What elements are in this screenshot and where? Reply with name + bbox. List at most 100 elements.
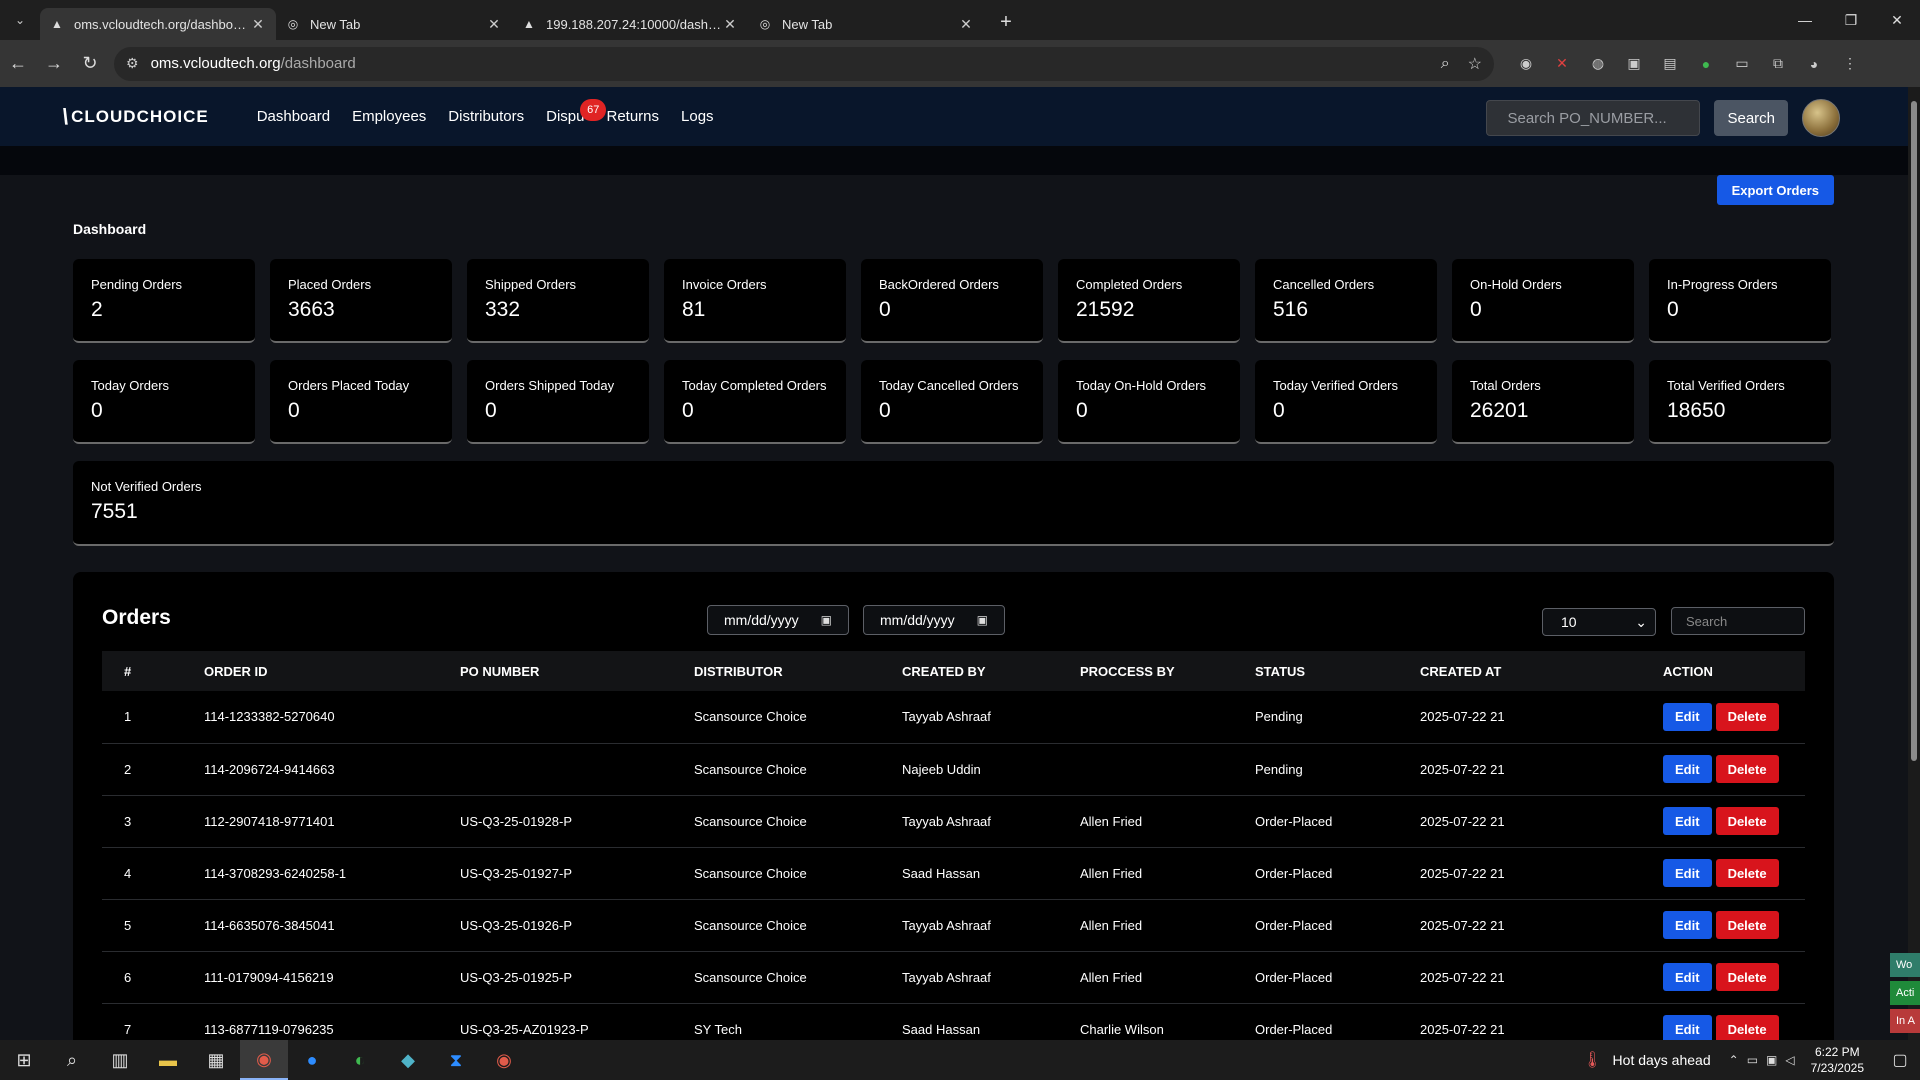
nav-disputes[interactable]: Dispu 67 bbox=[546, 99, 607, 125]
network-icon[interactable]: ▣ bbox=[1766, 1053, 1777, 1067]
extension-image-icon[interactable]: ▤ bbox=[1652, 55, 1688, 72]
close-window-icon[interactable]: ✕ bbox=[1874, 0, 1920, 40]
col-header[interactable]: CREATED BY bbox=[902, 651, 1080, 691]
address-bar[interactable]: ⚙ oms.vcloudtech.org/dashboard ⌕ ☆ bbox=[114, 46, 1494, 81]
search-button[interactable]: Search bbox=[1714, 100, 1788, 136]
file-explorer-icon[interactable]: ▬ bbox=[144, 1040, 192, 1080]
profile-icon[interactable]: ◕ bbox=[1796, 56, 1832, 72]
forward-arrow-icon[interactable]: → bbox=[36, 46, 72, 82]
delete-button[interactable]: Delete bbox=[1715, 1015, 1779, 1043]
chevron-up-icon[interactable]: ⌃ bbox=[1729, 1053, 1739, 1067]
close-tab-icon[interactable]: ✕ bbox=[958, 16, 974, 33]
clock[interactable]: 6:22 PM 7/23/2025 bbox=[1811, 1044, 1864, 1076]
battery-icon[interactable]: ▭ bbox=[1747, 1053, 1758, 1067]
app-diamond-icon[interactable]: ◆ bbox=[384, 1040, 432, 1080]
store-icon[interactable]: ▦ bbox=[192, 1040, 240, 1080]
mongodb-icon[interactable]: ◐ bbox=[336, 1040, 384, 1080]
browser-tab-3[interactable]: ▲ 199.188.207.24:10000/dashboard ✕ bbox=[512, 8, 748, 40]
extension-glasses-icon[interactable]: ◉ bbox=[1508, 55, 1544, 72]
delete-button[interactable]: Delete bbox=[1715, 807, 1779, 835]
calendar-icon[interactable]: ▣ bbox=[977, 613, 988, 627]
page-size-select[interactable]: 10 ⌄ bbox=[1542, 608, 1656, 636]
app-logo[interactable]: \ CLOUDCHOICE bbox=[62, 104, 209, 130]
edit-button[interactable]: Edit bbox=[1663, 859, 1712, 887]
side-widget-2[interactable]: Acti bbox=[1890, 981, 1920, 1005]
minimize-icon[interactable]: — bbox=[1782, 0, 1828, 40]
delete-button[interactable]: Delete bbox=[1715, 963, 1779, 991]
windows-start-icon[interactable]: ⊞ bbox=[0, 1040, 48, 1080]
delete-button[interactable]: Delete bbox=[1715, 702, 1779, 731]
browser-tab-2[interactable]: ◎ New Tab ✕ bbox=[276, 8, 512, 40]
side-widget-3[interactable]: In A bbox=[1890, 1009, 1920, 1033]
user-avatar[interactable] bbox=[1802, 99, 1840, 137]
scrollbar-thumb[interactable] bbox=[1911, 101, 1917, 761]
col-header[interactable]: ORDER ID bbox=[204, 651, 460, 691]
col-header[interactable]: PROCCESS BY bbox=[1080, 651, 1255, 691]
created-at: 2025-07-22 21 bbox=[1420, 761, 1505, 777]
po-number-search-input[interactable] bbox=[1486, 100, 1701, 136]
browser-tab-4[interactable]: ◎ New Tab ✕ bbox=[748, 8, 984, 40]
search-icon[interactable]: ⌕ bbox=[48, 1040, 96, 1080]
chrome-taskbar-icon[interactable]: ◉ bbox=[240, 1040, 288, 1080]
edit-button[interactable]: Edit bbox=[1663, 963, 1712, 991]
restore-icon[interactable]: ❐ bbox=[1828, 0, 1874, 40]
extension-green-icon[interactable]: ● bbox=[1688, 56, 1724, 72]
col-header[interactable]: CREATED AT bbox=[1420, 651, 1663, 691]
nav-dashboard[interactable]: Dashboard bbox=[257, 108, 330, 125]
browser-tab-1[interactable]: ▲ oms.vcloudtech.org/dashboard ✕ bbox=[40, 8, 276, 40]
col-header[interactable]: STATUS bbox=[1255, 651, 1420, 691]
browser-menu-icon[interactable]: ⋮ bbox=[1832, 55, 1868, 72]
extensions-area: ◉ ✕ ◍ ▣ ▤ ● ▭ ⧉ ◕ ⋮ bbox=[1508, 55, 1868, 72]
date-to-input[interactable]: mm/dd/yyyy ▣ bbox=[863, 605, 1005, 635]
stat-value: 0 bbox=[288, 399, 300, 422]
nav-distributors[interactable]: Distributors bbox=[448, 108, 524, 125]
stat-card: BackOrdered Orders 0 bbox=[861, 259, 1043, 343]
nav-employees[interactable]: Employees bbox=[352, 108, 426, 125]
edit-button[interactable]: Edit bbox=[1663, 807, 1712, 835]
orders-search-input[interactable] bbox=[1671, 607, 1805, 635]
edit-button[interactable]: Edit bbox=[1663, 755, 1712, 783]
extension-gray-icon[interactable]: ▭ bbox=[1724, 55, 1760, 72]
edit-button[interactable]: Edit bbox=[1663, 911, 1712, 939]
close-tab-icon[interactable]: ✕ bbox=[486, 16, 502, 33]
col-header[interactable]: DISTRIBUTOR bbox=[694, 651, 902, 691]
extension-x-icon[interactable]: ✕ bbox=[1544, 55, 1580, 72]
page-scrollbar[interactable] bbox=[1908, 87, 1920, 1040]
extensions-puzzle-icon[interactable]: ⧉ bbox=[1760, 55, 1796, 72]
weather-widget[interactable]: 🌡 Hot days ahead bbox=[1582, 1050, 1710, 1070]
process-by bbox=[1080, 691, 1255, 743]
created-at: 2025-07-22 21 bbox=[1420, 969, 1505, 985]
site-settings-icon[interactable]: ⚙ bbox=[126, 55, 139, 72]
volume-muted-icon[interactable]: ◁ bbox=[1785, 1053, 1794, 1067]
edit-button[interactable]: Edit bbox=[1663, 702, 1712, 731]
reload-icon[interactable]: ↻ bbox=[72, 46, 108, 82]
nav-returns[interactable]: Returns bbox=[607, 108, 660, 125]
vscode-icon[interactable]: ⧗ bbox=[432, 1040, 480, 1080]
delete-button[interactable]: Delete bbox=[1715, 859, 1779, 887]
col-header[interactable]: # bbox=[102, 651, 204, 691]
extension-globe-icon[interactable]: ◍ bbox=[1580, 55, 1616, 72]
weather-text: Hot days ahead bbox=[1612, 1052, 1711, 1068]
close-tab-icon[interactable]: ✕ bbox=[250, 16, 266, 33]
chrome-profile-taskbar-icon[interactable]: ◉ bbox=[480, 1040, 528, 1080]
delete-button[interactable]: Delete bbox=[1715, 755, 1779, 783]
nav-logs[interactable]: Logs bbox=[681, 108, 714, 125]
back-arrow-icon[interactable]: ← bbox=[0, 46, 36, 82]
edit-button[interactable]: Edit bbox=[1663, 1015, 1712, 1043]
extension-fd-icon[interactable]: ▣ bbox=[1616, 55, 1652, 72]
col-header[interactable]: PO NUMBER bbox=[460, 651, 694, 691]
zoom-icon[interactable]: ⌕ bbox=[1441, 55, 1450, 73]
delete-button[interactable]: Delete bbox=[1715, 911, 1779, 939]
calendar-icon[interactable]: ▣ bbox=[821, 613, 832, 627]
stat-card: Completed Orders 21592 bbox=[1058, 259, 1240, 343]
new-tab-plus-icon[interactable]: + bbox=[990, 6, 1022, 38]
zoom-app-icon[interactable]: ● bbox=[288, 1040, 336, 1080]
close-tab-icon[interactable]: ✕ bbox=[722, 16, 738, 33]
bookmark-star-icon[interactable]: ☆ bbox=[1468, 54, 1482, 74]
task-view-icon[interactable]: ▥ bbox=[96, 1040, 144, 1080]
tab-search-chevron-icon[interactable]: ⌄ bbox=[0, 0, 40, 40]
export-orders-button[interactable]: Export Orders bbox=[1716, 175, 1834, 205]
side-widget-1[interactable]: Wo bbox=[1890, 953, 1920, 977]
notifications-icon[interactable]: ▢ bbox=[1880, 1050, 1920, 1070]
date-from-input[interactable]: mm/dd/yyyy ▣ bbox=[707, 605, 849, 635]
